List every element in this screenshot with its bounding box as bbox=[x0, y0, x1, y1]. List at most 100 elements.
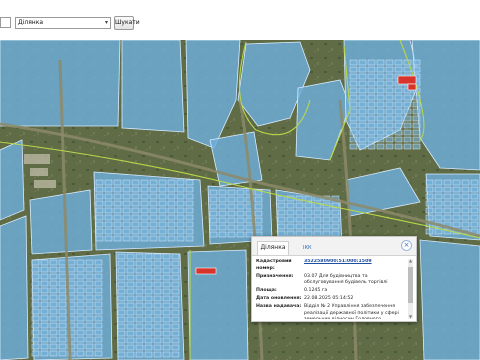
small-parcel bbox=[322, 209, 331, 216]
small-parcel bbox=[171, 316, 180, 323]
small-parcel bbox=[349, 136, 358, 143]
small-parcel bbox=[394, 59, 403, 66]
small-parcel bbox=[443, 179, 452, 186]
small-parcel bbox=[167, 221, 176, 228]
layer-select[interactable]: Ділянка ▾ bbox=[15, 17, 111, 29]
small-parcel bbox=[144, 309, 153, 316]
small-parcel bbox=[126, 274, 135, 281]
search-button[interactable]: Шукати bbox=[114, 16, 140, 30]
small-parcel bbox=[31, 322, 40, 329]
small-parcel bbox=[358, 108, 367, 115]
small-parcel bbox=[162, 288, 171, 295]
small-parcel bbox=[31, 329, 40, 336]
small-parcel bbox=[470, 214, 479, 221]
scrollbar-thumb[interactable] bbox=[408, 267, 413, 303]
small-parcel bbox=[171, 351, 180, 358]
small-parcel bbox=[425, 179, 434, 186]
small-parcel bbox=[131, 186, 140, 193]
small-parcel bbox=[367, 101, 376, 108]
small-parcel bbox=[367, 87, 376, 94]
small-parcel bbox=[277, 202, 286, 209]
small-parcel bbox=[113, 214, 122, 221]
popup-scrollbar[interactable]: ▲ ▼ bbox=[408, 259, 413, 319]
small-parcel bbox=[58, 350, 67, 357]
field-purpose: Призначення: 03.07 Для будівництва та об… bbox=[256, 274, 406, 288]
small-parcel bbox=[209, 231, 218, 238]
small-parcel bbox=[85, 350, 94, 357]
small-parcel bbox=[126, 281, 135, 288]
small-parcel bbox=[40, 301, 49, 308]
small-parcel bbox=[85, 343, 94, 350]
small-parcel bbox=[376, 66, 385, 73]
small-parcel bbox=[171, 260, 180, 267]
small-parcel bbox=[434, 200, 443, 207]
small-parcel bbox=[403, 122, 412, 129]
small-parcel bbox=[126, 330, 135, 337]
small-parcel bbox=[76, 287, 85, 294]
scroll-down-icon[interactable]: ▼ bbox=[408, 315, 413, 319]
small-parcel bbox=[295, 223, 304, 230]
small-parcel bbox=[470, 186, 479, 193]
small-parcel bbox=[236, 210, 245, 217]
small-parcel bbox=[176, 186, 185, 193]
small-parcel bbox=[394, 101, 403, 108]
small-parcel bbox=[254, 203, 263, 210]
small-parcel bbox=[149, 186, 158, 193]
small-parcel bbox=[153, 295, 162, 302]
small-parcel bbox=[67, 280, 76, 287]
field-label: Призначення: bbox=[256, 273, 294, 279]
small-parcel bbox=[376, 129, 385, 136]
small-parcel bbox=[158, 235, 167, 242]
small-parcel bbox=[158, 228, 167, 235]
small-parcel bbox=[443, 207, 452, 214]
field-value: Відділ № 2 Управління забезпечення реалі… bbox=[304, 303, 399, 319]
small-parcel bbox=[117, 323, 126, 330]
small-parcel bbox=[104, 228, 113, 235]
scroll-up-icon[interactable]: ▲ bbox=[408, 259, 413, 263]
small-parcel bbox=[140, 179, 149, 186]
small-parcel bbox=[394, 87, 403, 94]
tab-ikk[interactable]: ІКК bbox=[303, 245, 312, 251]
small-parcel bbox=[176, 235, 185, 242]
small-parcel bbox=[117, 295, 126, 302]
small-parcel bbox=[176, 214, 185, 221]
small-parcel bbox=[122, 200, 131, 207]
small-parcel bbox=[185, 186, 194, 193]
small-parcel bbox=[367, 66, 376, 73]
close-icon[interactable]: × bbox=[401, 240, 412, 251]
tab-parcel[interactable]: Ділянка bbox=[257, 241, 289, 255]
small-parcel bbox=[140, 214, 149, 221]
small-parcel bbox=[31, 336, 40, 343]
small-parcel bbox=[470, 193, 479, 200]
small-parcel bbox=[144, 281, 153, 288]
small-parcel bbox=[376, 94, 385, 101]
small-parcel bbox=[144, 344, 153, 351]
small-parcel bbox=[31, 266, 40, 273]
small-parcel bbox=[135, 253, 144, 260]
small-parcel bbox=[104, 214, 113, 221]
small-parcel bbox=[185, 214, 194, 221]
small-parcel bbox=[67, 266, 76, 273]
small-parcel bbox=[94, 280, 103, 287]
small-parcel bbox=[85, 322, 94, 329]
small-parcel bbox=[367, 122, 376, 129]
small-parcel bbox=[135, 295, 144, 302]
small-parcel bbox=[140, 235, 149, 242]
small-parcel bbox=[227, 224, 236, 231]
small-parcel bbox=[95, 193, 104, 200]
small-parcel bbox=[85, 273, 94, 280]
small-parcel bbox=[58, 308, 67, 315]
small-parcel bbox=[40, 350, 49, 357]
field-area: Площа: 0.1245 га bbox=[256, 288, 406, 295]
cadastral-number-link[interactable]: 3522580900:51:000:1509 bbox=[304, 259, 406, 273]
small-parcel bbox=[304, 202, 313, 209]
small-parcel bbox=[95, 228, 104, 235]
small-parcel bbox=[461, 193, 470, 200]
small-parcel bbox=[158, 186, 167, 193]
search-input[interactable] bbox=[0, 17, 11, 28]
small-parcel bbox=[31, 301, 40, 308]
small-parcel bbox=[171, 309, 180, 316]
small-parcel bbox=[117, 309, 126, 316]
small-parcel bbox=[185, 235, 194, 242]
small-parcel bbox=[394, 66, 403, 73]
